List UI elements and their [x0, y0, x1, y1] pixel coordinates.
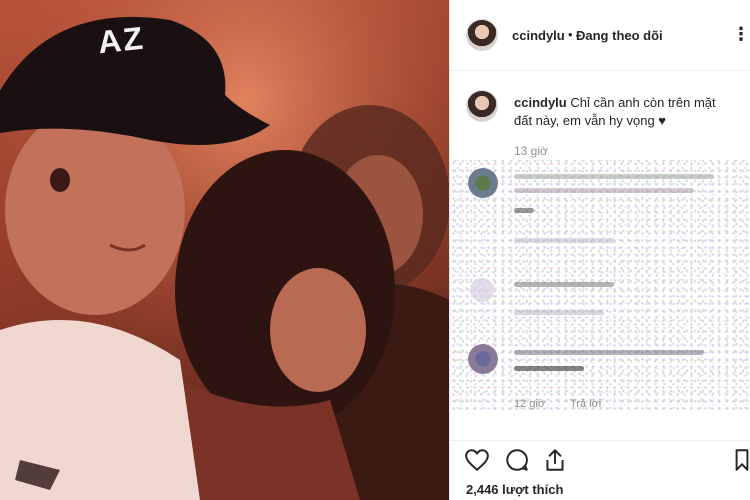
share-icon[interactable]: [542, 447, 568, 473]
comments-obscured: [450, 160, 750, 410]
comment-timestamp[interactable]: 12 giờ: [514, 398, 545, 410]
caption-username[interactable]: ccindylu: [514, 95, 567, 110]
comment-text-obscured: [514, 350, 704, 355]
comment-text-obscured: [514, 208, 534, 213]
caption-avatar[interactable]: [466, 90, 498, 122]
post-photo[interactable]: AZ: [0, 0, 449, 500]
cap-text: AZ: [96, 19, 147, 61]
bookmark-icon[interactable]: [734, 447, 750, 473]
author-username[interactable]: ccindylu: [512, 28, 565, 43]
comment-text-obscured: [514, 174, 714, 179]
comment-avatar: [468, 168, 498, 198]
post-sidebar: ccindylu • Đang theo dõi ⋮ ccindylu Chỉ …: [450, 0, 750, 500]
caption-timestamp[interactable]: 13 giờ: [514, 144, 548, 158]
action-bar: [450, 440, 750, 481]
caption-text-block: ccindylu Chỉ cần anh còn trên mặt đất nà…: [514, 94, 736, 130]
comment-avatar: [468, 344, 498, 374]
reply-link[interactable]: Trả lời: [570, 398, 601, 410]
follow-status-button[interactable]: Đang theo dõi: [576, 28, 663, 43]
header-separator: •: [568, 27, 573, 42]
comment-avatar: [470, 278, 494, 302]
like-count[interactable]: 2,446 lượt thích: [466, 482, 563, 497]
comment-text-obscured: [514, 188, 694, 193]
post-header: ccindylu • Đang theo dõi ⋮: [450, 0, 750, 71]
more-options-icon[interactable]: ⋮: [732, 22, 750, 46]
author-avatar[interactable]: [466, 19, 498, 51]
photo-illustration: [0, 0, 449, 500]
comment-text-obscured: [514, 310, 604, 315]
heart-icon[interactable]: [464, 447, 490, 473]
comment-text-obscured: [514, 366, 584, 371]
comment-text-obscured: [514, 282, 614, 287]
comment-icon[interactable]: [504, 447, 530, 473]
comment-text-obscured: [514, 238, 614, 243]
